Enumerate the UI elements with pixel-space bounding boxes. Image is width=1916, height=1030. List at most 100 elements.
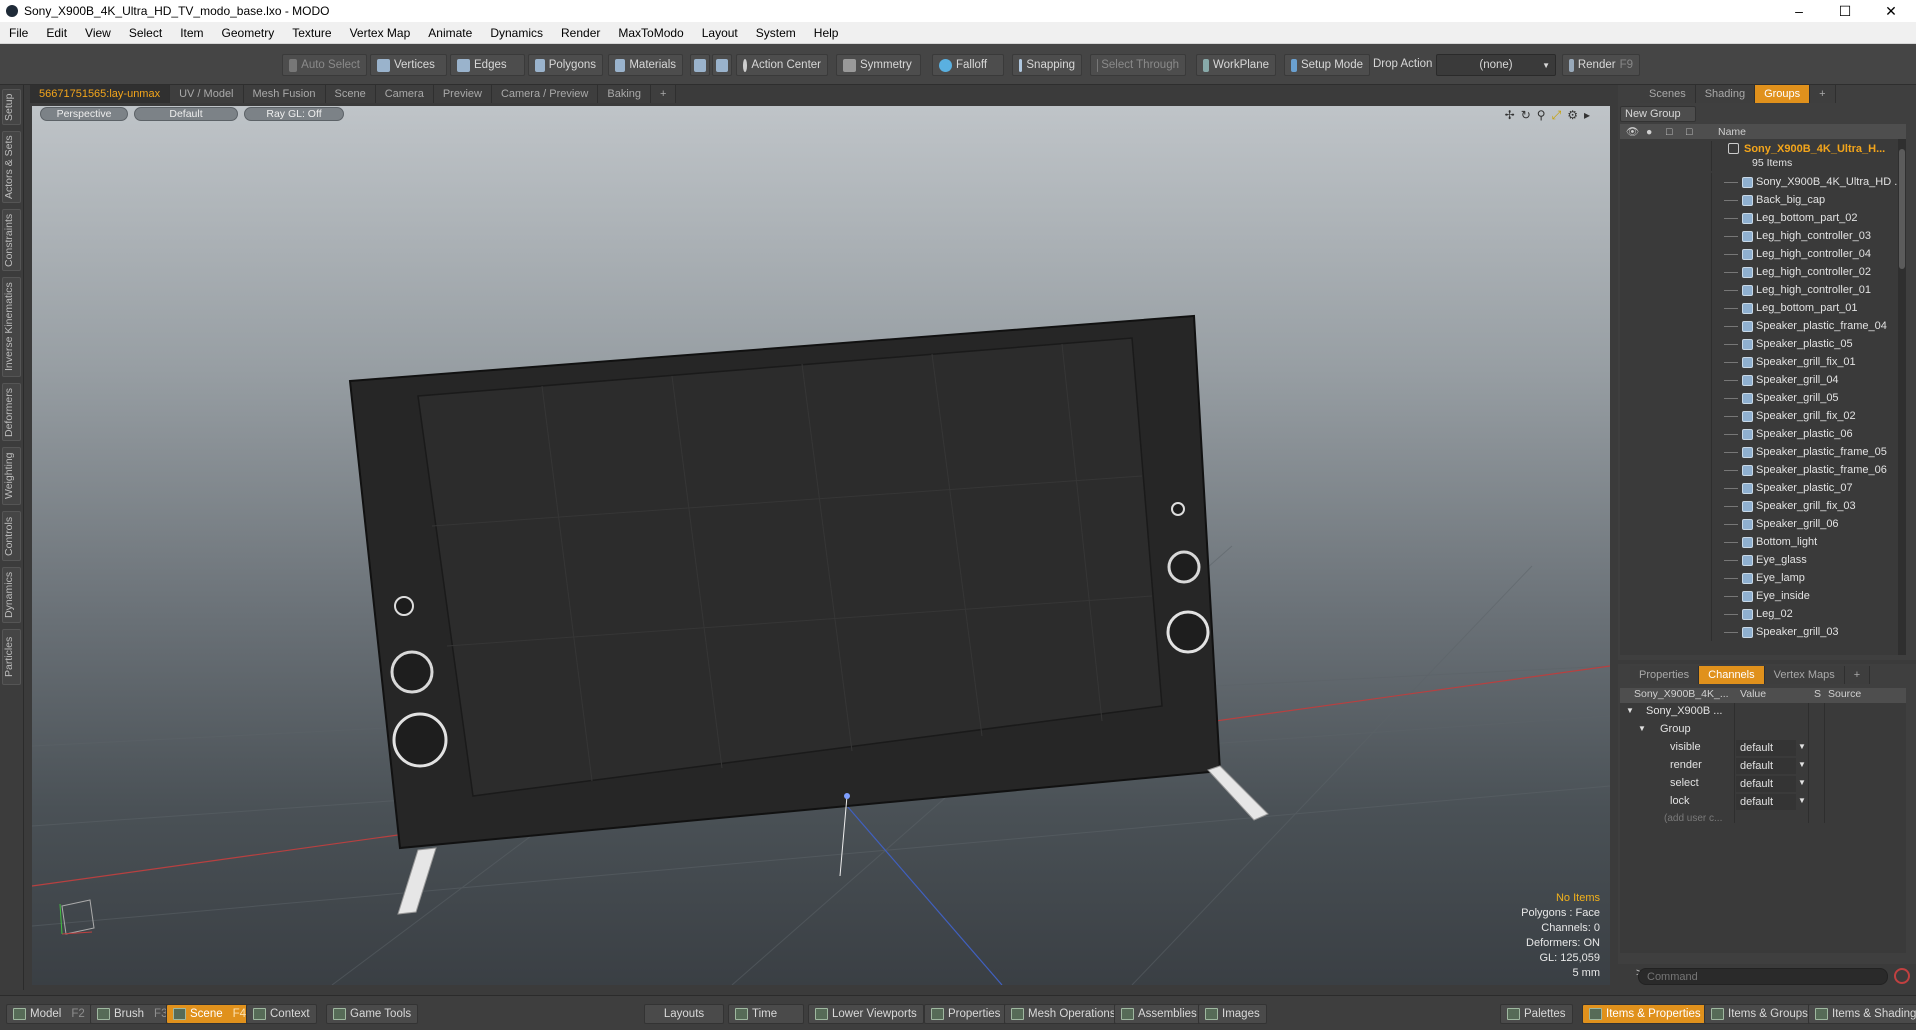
time-button[interactable]: Time (728, 1004, 804, 1024)
falloff-button[interactable]: Falloff (932, 54, 1004, 76)
side-tab-setup[interactable]: Setup (2, 89, 21, 125)
list-item[interactable]: Speaker_grill_06 (1620, 515, 1906, 533)
new-group-button[interactable]: New Group (1620, 106, 1696, 122)
list-item[interactable]: Bottom_light (1620, 533, 1906, 551)
tab-channels[interactable]: Channels (1699, 666, 1765, 684)
context-layout-button[interactable]: Context (246, 1004, 317, 1024)
tab-mesh-fusion[interactable]: Mesh Fusion (243, 85, 326, 103)
list-item[interactable]: Speaker_grill_03 (1620, 623, 1906, 641)
expand-arrow-icon[interactable]: ▼ (1626, 706, 1634, 715)
command-input[interactable] (1638, 968, 1888, 985)
brush-layout-button[interactable]: Brush F3 (90, 1004, 175, 1024)
add-user-channel-row[interactable]: (add user c... (1620, 811, 1906, 829)
scene-layout-button[interactable]: Scene F4 (166, 1004, 254, 1024)
close-button[interactable]: ✕ (1868, 0, 1914, 22)
add-properties-tab-button[interactable]: + (1844, 666, 1871, 684)
menu-vertex-map[interactable]: Vertex Map (341, 26, 420, 40)
images-button[interactable]: Images (1198, 1004, 1267, 1024)
menu-texture[interactable]: Texture (283, 26, 340, 40)
side-tab-deformers[interactable]: Deformers (2, 383, 21, 441)
tab-vertex-maps[interactable]: Vertex Maps (1764, 666, 1845, 684)
list-item[interactable]: Leg_02 (1620, 605, 1906, 623)
menu-maxtomodo[interactable]: MaxToModo (609, 26, 692, 40)
tab-preview[interactable]: Preview (433, 85, 492, 103)
lower-viewports-button[interactable]: Lower Viewports (808, 1004, 924, 1024)
list-item[interactable]: Leg_high_controller_01 (1620, 281, 1906, 299)
menu-geometry[interactable]: Geometry (213, 26, 284, 40)
menu-select[interactable]: Select (120, 26, 171, 40)
edges-button[interactable]: Edges (450, 54, 525, 76)
menu-layout[interactable]: Layout (693, 26, 747, 40)
menu-help[interactable]: Help (805, 26, 848, 40)
snapping-button[interactable]: Snapping (1012, 54, 1082, 76)
side-tab-weighting[interactable]: Weighting (2, 447, 21, 505)
3d-viewport[interactable]: Perspective Default Ray GL: Off ✢ ↻ ⚲ ⤢ … (32, 106, 1610, 985)
menu-animate[interactable]: Animate (419, 26, 481, 40)
list-item[interactable]: Speaker_grill_05 (1620, 389, 1906, 407)
list-item[interactable]: Leg_bottom_part_02 (1620, 209, 1906, 227)
menu-file[interactable]: File (0, 26, 37, 40)
layouts-button[interactable]: Layouts (644, 1004, 724, 1024)
list-item[interactable]: Speaker_plastic_06 (1620, 425, 1906, 443)
select-column-icon[interactable]: □ (1686, 126, 1692, 138)
tv-leg-right[interactable] (1207, 765, 1269, 821)
properties-button[interactable]: Properties (924, 1004, 1008, 1024)
assemblies-button[interactable]: Assemblies (1114, 1004, 1204, 1024)
auto-select-button[interactable]: Auto Select (282, 54, 367, 76)
channel-value-dropdown[interactable]: default (1736, 758, 1796, 774)
tab-properties[interactable]: Properties (1630, 666, 1700, 684)
list-item[interactable]: Leg_high_controller_02 (1620, 263, 1906, 281)
side-tab-constraints[interactable]: Constraints (2, 209, 21, 271)
mesh-operations-button[interactable]: Mesh Operations (1004, 1004, 1123, 1024)
tab-scene[interactable]: Scene (325, 85, 376, 103)
add-panel-tab-button[interactable]: + (1810, 85, 1836, 103)
tab-camera[interactable]: Camera (375, 85, 434, 103)
menu-item[interactable]: Item (171, 26, 212, 40)
tab-baking[interactable]: Baking (598, 85, 652, 103)
render-button[interactable]: Render F9 (1562, 54, 1640, 76)
list-item[interactable]: Eye_inside (1620, 587, 1906, 605)
channel-item-row[interactable]: ▼ Sony_X900B ... (1620, 703, 1906, 721)
menu-edit[interactable]: Edit (37, 26, 76, 40)
channel-value-dropdown[interactable]: default (1736, 740, 1796, 756)
chevron-down-icon[interactable]: ▼ (1798, 742, 1806, 751)
list-item[interactable]: Speaker_grill_fix_02 (1620, 407, 1906, 425)
select-through-button[interactable]: Select Through (1090, 54, 1186, 76)
channel-row[interactable]: visible default ▼ (1620, 739, 1906, 757)
list-item[interactable]: Leg_high_controller_03 (1620, 227, 1906, 245)
channels-s-column[interactable]: S (1814, 688, 1821, 700)
selection-mode-alt-button[interactable] (712, 54, 732, 76)
name-column-header[interactable]: Name (1718, 126, 1746, 138)
list-item[interactable]: Speaker_plastic_07 (1620, 479, 1906, 497)
materials-button[interactable]: Materials (608, 54, 683, 76)
minimize-button[interactable]: – (1776, 0, 1822, 22)
side-tab-actors-sets[interactable]: Actors & Sets (2, 131, 21, 203)
chevron-down-icon[interactable]: ▼ (1798, 778, 1806, 787)
list-item[interactable]: Speaker_grill_fix_01 (1620, 353, 1906, 371)
list-item[interactable]: Speaker_plastic_05 (1620, 335, 1906, 353)
tv-leg-left[interactable] (397, 847, 437, 915)
lock-column-icon[interactable]: □ (1666, 126, 1672, 138)
menu-view[interactable]: View (76, 26, 120, 40)
visibility-column-icon[interactable]: 👁 (1626, 125, 1639, 138)
side-tab-controls[interactable]: Controls (2, 511, 21, 561)
tab-groups[interactable]: Groups (1755, 85, 1811, 103)
vertices-button[interactable]: Vertices (370, 54, 447, 76)
channel-row[interactable]: select default ▼ (1620, 775, 1906, 793)
channels-name-column[interactable]: Sony_X900B_4K_... (1634, 688, 1732, 700)
tab-shading[interactable]: Shading (1695, 85, 1756, 103)
list-item[interactable]: Leg_bottom_part_01 (1620, 299, 1906, 317)
palettes-button[interactable]: Palettes (1500, 1004, 1573, 1024)
menu-system[interactable]: System (747, 26, 805, 40)
channels-source-column[interactable]: Source (1828, 688, 1861, 700)
channel-value-dropdown[interactable]: default (1736, 794, 1796, 810)
list-item[interactable]: Eye_lamp (1620, 569, 1906, 587)
add-tab-button[interactable]: + (651, 85, 677, 103)
drop-action-dropdown[interactable]: (none) ▼ (1436, 54, 1556, 76)
command-stop-icon[interactable] (1894, 968, 1910, 984)
group-root-row[interactable]: Sony_X900B_4K_Ultra_H... 95 Items (1620, 141, 1906, 171)
chevron-down-icon[interactable]: ▼ (1798, 760, 1806, 769)
list-item[interactable]: Speaker_grill_fix_03 (1620, 497, 1906, 515)
render-column-icon[interactable]: ● (1646, 126, 1652, 138)
tab-scenes[interactable]: Scenes (1640, 85, 1696, 103)
